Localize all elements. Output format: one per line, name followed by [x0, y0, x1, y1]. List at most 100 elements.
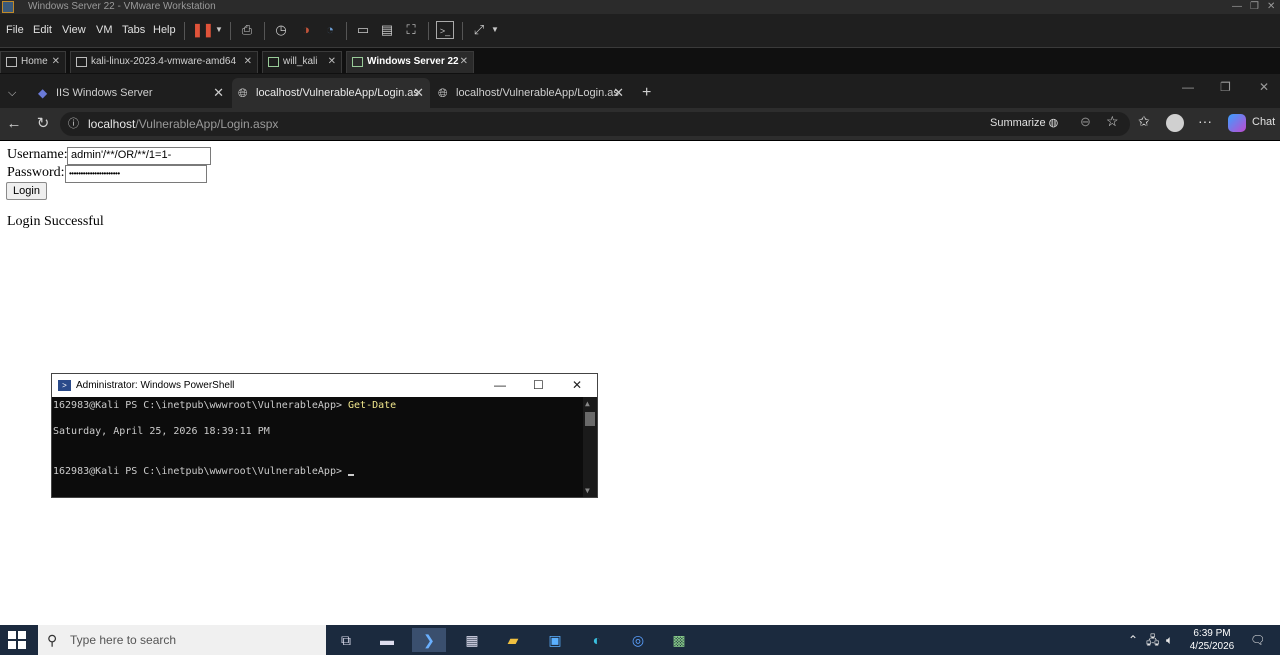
favorite-star-icon[interactable]: ☆: [1106, 113, 1119, 130]
new-tab-plus-icon[interactable]: +: [636, 78, 664, 108]
globe-icon: 🌐︎: [438, 86, 448, 100]
scroll-down-icon[interactable]: ▼: [585, 486, 590, 495]
powershell-app-icon[interactable]: ❯: [412, 628, 446, 652]
clock-time: 6:39 PM: [1193, 628, 1231, 639]
more-options-icon[interactable]: ···: [1198, 113, 1212, 129]
powershell-icon: >: [58, 380, 71, 391]
username-label: Username:: [7, 147, 68, 162]
close-icon[interactable]: ✕: [460, 52, 468, 72]
back-arrow-icon[interactable]: ←: [4, 114, 24, 134]
close-icon[interactable]: ✕: [1267, 0, 1275, 14]
window-title: Windows Server 22 - VMware Workstation: [28, 1, 216, 12]
powershell-title: Administrator: Windows PowerShell: [76, 380, 235, 391]
profile-avatar[interactable]: [1166, 114, 1184, 132]
tray-chevron-icon[interactable]: ⌃: [1128, 625, 1138, 655]
chat-label[interactable]: Chat: [1252, 116, 1275, 128]
favorites-icon[interactable]: ✩: [1138, 113, 1150, 130]
menu-vm[interactable]: VM: [96, 24, 113, 36]
revert-snapshot-icon[interactable]: ◑: [297, 21, 315, 39]
summarize-button[interactable]: Summarize ◍: [990, 116, 1058, 129]
powershell-titlebar[interactable]: > Administrator: Windows PowerShell — ☐ …: [52, 374, 597, 397]
menu-help[interactable]: Help: [153, 24, 176, 36]
browser-navbar: ← ↻ ⓘ localhost/VulnerableApp/Login.aspx…: [0, 108, 1280, 140]
login-status-message: Login Successful: [7, 214, 104, 229]
chevron-down-icon[interactable]: ▼: [210, 21, 228, 39]
network-app-icon[interactable]: ▣: [538, 628, 572, 652]
copilot-icon[interactable]: [1228, 114, 1246, 132]
minimize-icon[interactable]: —: [1232, 0, 1242, 14]
prompt-text: 162983@Kali PS C:\inetpub\wwwroot\Vulner…: [53, 466, 349, 477]
library-icon[interactable]: ▭: [354, 21, 372, 39]
snapshot-manager-icon[interactable]: ◔: [321, 21, 339, 39]
vm-icon: [268, 57, 279, 67]
volume-icon[interactable]: 🔈︎: [1166, 625, 1173, 655]
powershell-window[interactable]: > Administrator: Windows PowerShell — ☐ …: [51, 373, 598, 498]
console-line: 162983@Kali PS C:\inetpub\wwwroot\Vulner…: [53, 466, 355, 477]
chevron-down-icon[interactable]: ▼: [486, 21, 504, 39]
fullscreen-icon[interactable]: ⛶: [402, 21, 420, 39]
toolbar-divider: [428, 22, 429, 40]
maximize-icon[interactable]: ☐: [533, 374, 544, 397]
edge-browser-icon[interactable]: ◐: [580, 628, 614, 652]
browser-tab-login-2[interactable]: 🌐︎ localhost/VulnerableApp/Login.as ✕: [432, 78, 630, 108]
vm-tab-will-kali[interactable]: will_kali ✕: [262, 51, 342, 73]
minimize-icon[interactable]: —: [494, 374, 506, 397]
vm-tab-label: Home: [21, 56, 48, 67]
menu-edit[interactable]: Edit: [33, 24, 52, 36]
login-button[interactable]: Login: [6, 182, 47, 200]
server-manager-icon[interactable]: ▦: [455, 628, 489, 652]
scrollbar-thumb[interactable]: [585, 412, 595, 426]
network-icon[interactable]: 🖧︎: [1146, 625, 1159, 655]
vmware-titlebar: Windows Server 22 - VMware Workstation —…: [0, 0, 1280, 14]
close-icon[interactable]: ✕: [244, 52, 252, 72]
close-icon[interactable]: ✕: [213, 78, 224, 108]
close-icon[interactable]: ✕: [52, 52, 60, 72]
scroll-up-icon[interactable]: ▲: [585, 399, 590, 408]
windows-start-icon[interactable]: [8, 631, 26, 649]
home-icon: [6, 57, 17, 67]
browser-minimize-icon[interactable]: —: [1182, 80, 1194, 94]
vm-tab-label: will_kali: [283, 56, 318, 67]
close-icon[interactable]: ✕: [572, 374, 582, 397]
menu-tabs[interactable]: Tabs: [122, 24, 145, 36]
address-bar[interactable]: ⓘ localhost/VulnerableApp/Login.aspx: [60, 112, 1130, 136]
notification-icon[interactable]: 🗨︎: [1250, 625, 1265, 655]
vm-tab-label: Windows Server 22: [367, 56, 459, 67]
snapshot-icon[interactable]: ◷: [272, 21, 290, 39]
browser-tab-login-1[interactable]: 🌐︎ localhost/VulnerableApp/Login.as ✕: [232, 78, 430, 108]
browser-restore-icon[interactable]: ❐: [1220, 80, 1231, 94]
menu-view[interactable]: View: [62, 24, 86, 36]
tab-actions-chevron-icon[interactable]: ⌵: [0, 78, 28, 108]
vm-tab-kali-linux[interactable]: kali-linux-2023.4-vmware-amd64 ✕: [70, 51, 258, 73]
console-view-icon[interactable]: >_: [436, 21, 454, 39]
username-input[interactable]: admin'/**/OR/**/1=1-: [67, 147, 211, 165]
close-icon[interactable]: ✕: [613, 78, 624, 108]
close-icon[interactable]: ✕: [328, 52, 336, 72]
browser-tab-label: localhost/VulnerableApp/Login.as: [456, 87, 619, 99]
address-host: localhost: [88, 117, 136, 131]
restore-icon[interactable]: ❐: [1250, 0, 1259, 14]
taskbar-search[interactable]: ⚲ Type here to search: [38, 625, 326, 655]
refresh-icon[interactable]: ↻: [33, 114, 53, 134]
thumbnail-icon[interactable]: ▤: [378, 21, 396, 39]
password-input[interactable]: ••••••••••••••••••••••: [65, 165, 207, 183]
menu-file[interactable]: File: [6, 24, 24, 36]
close-icon[interactable]: ✕: [413, 78, 424, 108]
summarize-label: Summarize: [990, 117, 1046, 129]
browser-close-icon[interactable]: ✕: [1259, 80, 1269, 94]
reading-icon[interactable]: ⊖: [1080, 114, 1091, 130]
search-icon: ⚲: [47, 632, 58, 648]
vm-tab-home[interactable]: Home ✕: [0, 51, 66, 73]
browser-tab-iis[interactable]: ◆ IIS Windows Server ✕: [32, 78, 230, 108]
task-view-icon[interactable]: ⧉: [329, 628, 363, 652]
file-explorer-icon[interactable]: ▰: [496, 628, 530, 652]
vmware-menubar: File Edit View VM Tabs Help ❚❚ ▼ ⎙ ◷ ◑ ◔…: [0, 14, 1280, 48]
cmd-app-icon[interactable]: ▬: [370, 628, 404, 652]
database-app-icon[interactable]: ◎: [621, 628, 655, 652]
suspend-icon[interactable]: ❚❚: [192, 21, 214, 39]
send-keys-icon[interactable]: ⎙: [238, 21, 256, 39]
site-info-icon[interactable]: ⓘ: [68, 112, 79, 136]
iis-manager-icon[interactable]: ▩: [662, 628, 696, 652]
taskbar-clock[interactable]: 6:39 PM 4/25/2026: [1184, 627, 1240, 653]
vm-tab-windows-server[interactable]: Windows Server 22 ✕: [346, 51, 474, 73]
